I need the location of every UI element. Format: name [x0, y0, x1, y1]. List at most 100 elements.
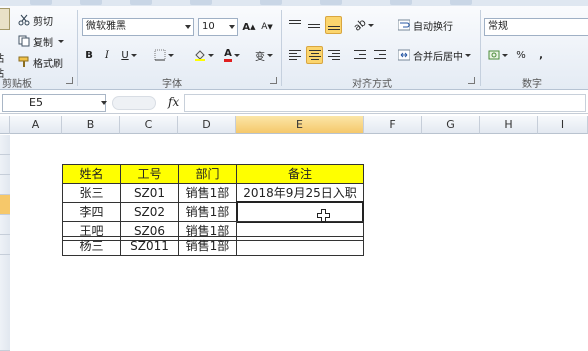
ribbon: 粘贴 剪切 复制 格式刷 剪贴板 微软雅黑 10 A▲ A▼ B [0, 0, 588, 90]
table-cell[interactable]: 销售1部 [178, 202, 237, 222]
align-center-button[interactable] [306, 46, 323, 64]
ribbon-tab[interactable] [30, 0, 52, 5]
table-cell[interactable]: 杨三 [62, 236, 121, 256]
format-painter-label: 格式刷 [33, 58, 63, 70]
table-cell[interactable]: 2018年9月25日入职 [236, 183, 364, 203]
percent-button[interactable]: % [514, 46, 528, 64]
row-header[interactable] [0, 255, 10, 351]
decrease-indent-button[interactable] [352, 46, 368, 64]
shrink-font-button[interactable]: A ▼ [260, 18, 274, 36]
row-header[interactable] [0, 235, 10, 255]
align-middle-icon [308, 20, 320, 30]
clipboard-group-label: 剪贴板 [2, 79, 32, 90]
column-header-G[interactable]: G [422, 116, 480, 134]
comma-button[interactable]: , [536, 46, 546, 64]
font-size-select[interactable]: 10 [198, 18, 238, 36]
copy-button[interactable]: 复制 [18, 33, 64, 49]
align-right-button[interactable] [326, 46, 342, 64]
column-header-A[interactable]: A [10, 116, 62, 134]
table-cell[interactable]: 销售1部 [178, 236, 237, 256]
name-box-value: E5 [29, 96, 43, 109]
cut-button[interactable]: 剪切 [18, 12, 53, 28]
ribbon-tab[interactable] [320, 0, 342, 5]
formula-input[interactable] [184, 94, 586, 112]
table-cell[interactable]: 张三 [62, 183, 121, 203]
column-header-F[interactable]: F [364, 116, 422, 134]
bold-button[interactable]: B [82, 46, 96, 64]
align-middle-button[interactable] [306, 16, 322, 34]
align-left-icon [289, 50, 301, 60]
alignment-dialog-launcher-icon[interactable] [468, 77, 475, 84]
active-cell-E5[interactable] [236, 201, 364, 223]
increase-indent-icon [374, 50, 386, 60]
align-center-icon [308, 50, 321, 60]
orientation-button[interactable]: ab [352, 16, 376, 34]
copy-label: 复制 [33, 37, 53, 49]
increase-indent-button[interactable] [372, 46, 388, 64]
ribbon-tab[interactable] [390, 0, 412, 5]
clipboard-dialog-launcher-icon[interactable] [66, 77, 73, 84]
table-cell[interactable]: SZ01 [120, 183, 179, 203]
ribbon-tab[interactable] [260, 0, 282, 5]
table-header-cell[interactable]: 部门 [178, 164, 237, 184]
column-header-B[interactable]: B [62, 116, 120, 134]
table-cell[interactable]: SZ011 [120, 236, 179, 256]
fill-color-button[interactable] [192, 46, 216, 64]
column-header-I[interactable]: I [538, 116, 588, 134]
font-dialog-launcher-icon[interactable] [270, 77, 277, 84]
row-header-selected[interactable] [0, 195, 10, 215]
table-cell[interactable]: 销售1部 [178, 183, 237, 203]
formula-bar-handle[interactable] [112, 96, 156, 110]
name-box[interactable]: E5 [2, 94, 107, 112]
table-header-cell[interactable]: 工号 [120, 164, 179, 184]
paste-button[interactable]: 粘贴 [0, 8, 12, 80]
orientation-icon: ab [351, 16, 369, 34]
accounting-format-button[interactable] [486, 46, 510, 64]
phonetic-button[interactable]: 变 [252, 46, 276, 64]
table-cell[interactable] [236, 236, 364, 256]
grow-font-button[interactable]: A ▲ [242, 18, 256, 36]
column-header-E[interactable]: E [236, 116, 364, 134]
font-color-icon: A [224, 48, 232, 62]
row-header[interactable] [0, 175, 10, 195]
align-top-button[interactable] [287, 16, 303, 34]
font-color-button[interactable]: A [220, 46, 244, 64]
format-painter-icon [18, 56, 30, 68]
format-painter-button[interactable]: 格式刷 [18, 54, 63, 70]
chevron-down-icon[interactable] [101, 101, 107, 105]
group-separator [281, 10, 282, 86]
column-header-C[interactable]: C [120, 116, 178, 134]
ribbon-tab[interactable] [190, 0, 212, 5]
font-name-select[interactable]: 微软雅黑 [82, 18, 194, 36]
italic-icon: I [105, 49, 109, 61]
align-bottom-icon [327, 20, 340, 30]
align-left-button[interactable] [287, 46, 303, 64]
decrease-indent-icon [354, 50, 366, 60]
column-header-H[interactable]: H [480, 116, 538, 134]
fx-icon[interactable]: fx [168, 95, 179, 109]
merge-center-button[interactable]: 合并后居中 [398, 46, 478, 64]
accounting-icon [488, 50, 500, 60]
column-header-D[interactable]: D [178, 116, 236, 134]
table-header-cell[interactable]: 姓名 [62, 164, 121, 184]
select-all-corner[interactable] [0, 116, 10, 134]
row-header[interactable] [0, 135, 10, 155]
table-header-cell[interactable]: 备注 [236, 164, 364, 184]
italic-button[interactable]: I [100, 46, 114, 64]
align-bottom-button[interactable] [325, 16, 342, 34]
copy-dropdown-icon[interactable] [58, 39, 64, 43]
chevron-down-icon [502, 53, 508, 57]
ribbon-tab[interactable] [450, 0, 472, 5]
row-header[interactable] [0, 155, 10, 175]
table-cell[interactable]: SZ02 [120, 202, 179, 222]
row-header[interactable] [0, 215, 10, 235]
number-format-select[interactable]: 常规 [484, 18, 588, 36]
table-cell[interactable]: 李四 [62, 202, 121, 222]
wrap-text-button[interactable]: 自动换行 [398, 16, 460, 34]
ribbon-tab[interactable] [80, 0, 102, 5]
underline-button[interactable]: U [118, 46, 140, 64]
borders-button[interactable] [152, 46, 176, 64]
ribbon-tab[interactable] [130, 0, 152, 5]
underline-icon: U [121, 49, 129, 61]
number-group-label: 数字 [522, 79, 542, 90]
